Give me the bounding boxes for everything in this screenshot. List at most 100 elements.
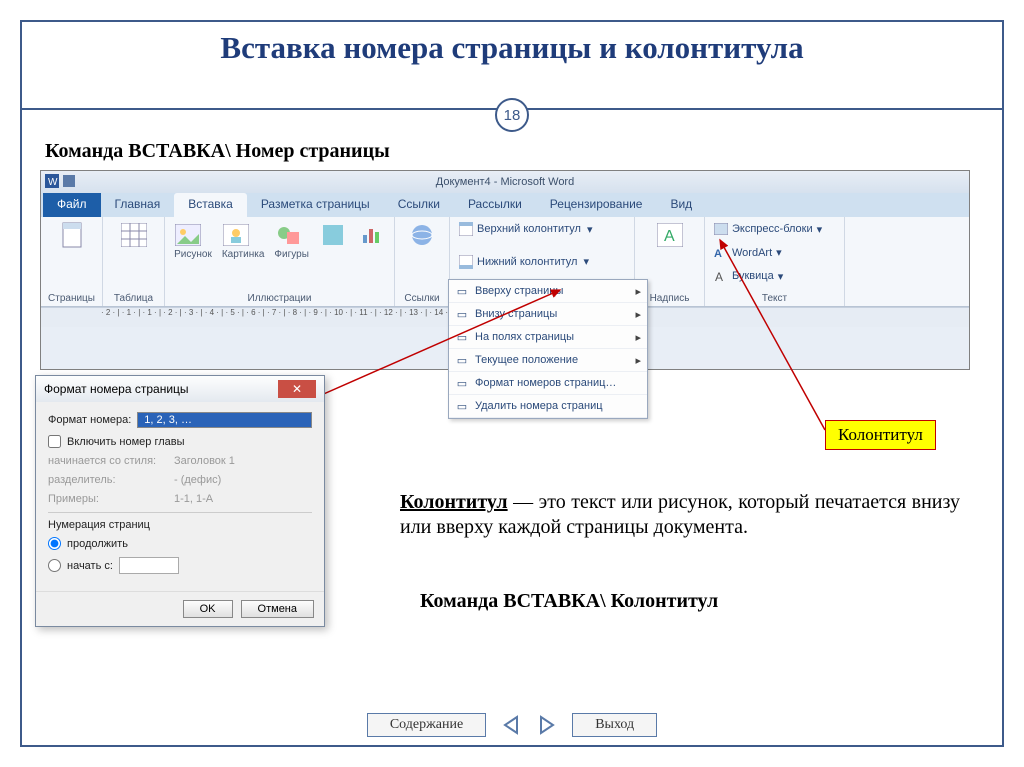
btn-shapes[interactable]: Фигуры [274,221,308,260]
btn-chart[interactable] [357,221,385,260]
start-style-label: начинается со стиля: [48,455,168,467]
ribbon: Страницы Таблица Рисунок Картинка Фигуры [41,217,969,307]
tab-insert[interactable]: Вставка [174,193,247,217]
page-number-badge: 18 [495,98,529,132]
continue-radio[interactable] [48,537,61,550]
dd-format[interactable]: ▭ Формат номеров страниц… [449,372,647,395]
include-chapter-label: Включить номер главы [67,436,185,448]
dd-top-icon: ▭ [455,284,469,298]
footer-icon [459,255,473,269]
btn-contents[interactable]: Содержание [367,713,486,737]
dd-top[interactable]: ▭Вверху страницы▸ [449,280,647,303]
tab-view[interactable]: Вид [656,193,706,217]
page-number-format-dialog: Формат номера страницы ✕ Формат номера: … [35,375,325,627]
startat-input[interactable] [119,557,179,574]
dd-margins-icon: ▭ [455,330,469,344]
tab-home[interactable]: Главная [101,193,175,217]
textbox-icon[interactable]: A [656,221,684,249]
clipart-icon [222,221,250,249]
slide-title: Вставка номера страницы и колонтитула [0,30,1024,66]
ok-button[interactable]: OK [183,600,233,618]
startat-label: начать с: [67,560,113,572]
dd-format-icon: ▭ [455,376,469,390]
wordart-icon: A [714,246,728,260]
separator-value: - (дефис) [174,474,221,486]
btn-wordart[interactable]: AWordArt▾ [711,245,785,261]
btn-dropcap[interactable]: AБуквица▾ [711,268,786,284]
svg-text:A: A [714,248,722,259]
btn-exit[interactable]: Выход [572,713,657,737]
dd-current-label: Текущее положение [475,354,578,366]
dd-remove-icon: ▭ [455,399,469,413]
examples-value: 1-1, 1-A [174,493,213,505]
svg-text:A: A [715,270,723,282]
tab-review[interactable]: Рецензирование [536,193,657,217]
btn-quickparts-label: Экспресс-блоки [732,223,813,235]
word-doc-title: Документ4 - Microsoft Word [41,176,969,188]
group-links-label: Ссылки [404,293,439,304]
group-table-label: Таблица [114,293,153,304]
definition-term: Колонтитул [400,491,508,513]
cancel-button[interactable]: Отмена [241,600,314,618]
definition-text: Колонтитул — это текст или рисунок, кото… [400,490,960,540]
svg-text:A: A [664,228,675,245]
btn-footer[interactable]: Нижний колонтитул▾ [456,254,592,270]
btn-smartart[interactable] [319,221,347,260]
command-path-1: Команда ВСТАВКА\ Номер страницы [45,140,390,163]
pagenumber-dropdown: ▭Вверху страницы▸ ▭Внизу страницы▸ ▭На п… [448,279,648,419]
nav-prev-icon[interactable] [500,714,522,736]
group-headerfooter: Верхний колонтитул▾ Нижний колонтитул▾ #… [450,217,635,306]
format-label: Формат номера: [48,414,131,426]
tab-mailings[interactable]: Рассылки [454,193,536,217]
word-titlebar: W Документ4 - Microsoft Word [41,171,969,193]
header-icon [459,222,473,236]
page-icon[interactable] [58,221,86,249]
dd-margins-label: На полях страницы [475,331,574,343]
btn-quickparts[interactable]: Экспресс-блоки▾ [711,221,825,237]
btn-shapes-label: Фигуры [274,249,308,260]
group-links: Ссылки [395,217,450,306]
btn-dropcap-label: Буквица [732,270,774,282]
group-text-label: Текст [762,293,787,304]
include-chapter-checkbox[interactable] [48,435,61,448]
dialog-titlebar: Формат номера страницы ✕ [36,376,324,402]
tab-references[interactable]: Ссылки [384,193,454,217]
btn-picture-label: Рисунок [174,249,212,260]
shapes-icon [274,221,302,249]
dd-remove-label: Удалить номера страниц [475,400,603,412]
group-illustrations-label: Иллюстрации [248,293,312,304]
btn-header[interactable]: Верхний колонтитул▾ [456,221,595,237]
dd-bottom-icon: ▭ [455,307,469,321]
dd-remove[interactable]: ▭ Удалить номера страниц [449,395,647,418]
group-pages-label: Страницы [48,293,95,304]
dd-format-label: Формат номеров страниц… [475,377,616,389]
dd-margins[interactable]: ▭На полях страницы▸ [449,326,647,349]
group-illustrations: Рисунок Картинка Фигуры Иллюстрации [165,217,395,306]
btn-footer-label: Нижний колонтитул [477,256,577,268]
table-icon[interactable] [120,221,148,249]
numbering-group-label: Нумерация страниц [48,519,312,531]
tab-file[interactable]: Файл [43,193,101,217]
group-pages: Страницы [41,217,103,306]
quickparts-icon [714,222,728,236]
dd-bottom[interactable]: ▭Внизу страницы▸ [449,303,647,326]
btn-clipart[interactable]: Картинка [222,221,265,260]
dd-bottom-label: Внизу страницы [475,308,557,320]
group-table: Таблица [103,217,165,306]
btn-picture[interactable]: Рисунок [174,221,212,260]
word-screenshot: W Документ4 - Microsoft Word Файл Главна… [40,170,970,370]
links-icon[interactable] [408,221,436,249]
separator-label: разделитель: [48,474,168,486]
tab-pagelayout[interactable]: Разметка страницы [247,193,384,217]
group-text: Экспресс-блоки▾ AWordArt▾ AБуквица▾ Текс… [705,217,845,306]
btn-wordart-label: WordArt [732,247,772,259]
start-style-value: Заголовок 1 [174,455,235,467]
format-select[interactable]: 1, 2, 3, … [137,412,312,428]
btn-header-label: Верхний колонтитул [477,223,581,235]
startat-radio[interactable] [48,559,61,572]
dialog-close-button[interactable]: ✕ [278,380,316,398]
dd-current[interactable]: ▭Текущее положение▸ [449,349,647,372]
nav-next-icon[interactable] [536,714,558,736]
smartart-icon [319,221,347,249]
callout-kolontitul: Колонтитул [825,420,936,450]
